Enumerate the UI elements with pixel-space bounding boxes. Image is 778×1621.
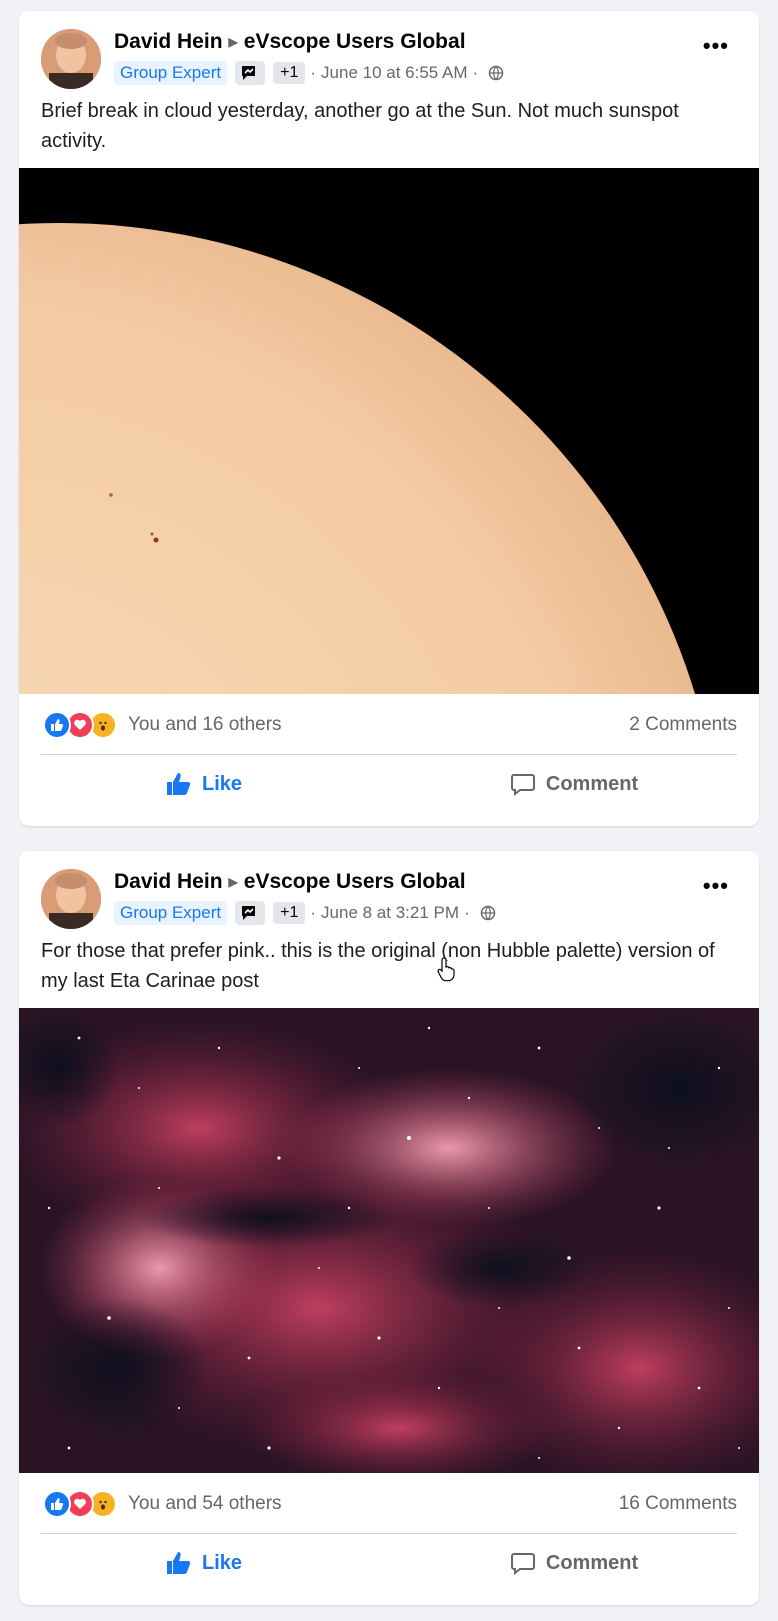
more-badges[interactable]: +1 [273,62,306,84]
like-reaction-icon [43,711,71,739]
thumbs-up-icon [166,773,191,795]
post-header: David Hein ▶ eVscope Users Global Group Ex… [19,11,759,96]
arrow-right-icon: ▶ [228,875,238,889]
post-stats: You and 54 others 16 Comments [19,1473,759,1533]
comment-label: Comment [545,1551,639,1574]
comments-count[interactable]: 2 Comments [629,714,737,736]
post-photo[interactable] [19,168,759,694]
post-actions: Like Comment [19,1534,759,1592]
like-label: Like [201,1551,243,1574]
group-name[interactable]: eVscope Users Global [244,870,466,893]
comment-button[interactable]: Comment [389,772,759,796]
post-card: David Hein ▶ eVscope Users Global Group Ex… [19,11,759,826]
arrow-right-icon: ▶ [228,35,238,49]
timestamp[interactable]: June 8 at 3:21 PM [321,903,459,923]
comments-count[interactable]: 16 Comments [619,1493,737,1515]
author-line: David Hein ▶ eVscope Users Global [114,870,466,894]
avatar[interactable] [41,29,101,89]
author-name[interactable]: David Hein [114,30,223,53]
globe-icon[interactable] [480,905,496,921]
timestamp[interactable]: June 10 at 6:55 AM [321,63,468,83]
more-options-icon[interactable]: ••• [703,873,729,899]
author-line: David Hein ▶ eVscope Users Global [114,30,466,54]
post-meta: Group Expert +1 · June 8 at 3:21 PM · [114,900,496,926]
more-options-icon[interactable]: ••• [703,33,729,59]
author-name[interactable]: David Hein [114,870,223,893]
separator: · [310,63,317,82]
separator: · [310,903,317,922]
globe-icon[interactable] [488,65,504,81]
post-header: David Hein ▶ eVscope Users Global Group Ex… [19,851,759,936]
post-text-content: For those that prefer pink.. this is the… [41,940,715,992]
group-expert-badge[interactable]: Group Expert [114,61,228,85]
more-badges[interactable]: +1 [273,902,306,924]
reactions-text: You and 16 others [128,714,282,735]
separator: · [472,63,479,82]
post-actions: Like Comment [19,755,759,813]
comment-bubble-icon [510,1553,535,1575]
post-text: For those that prefer pink.. this is the… [19,936,759,1008]
group-expert-badge[interactable]: Group Expert [114,901,228,925]
avatar[interactable] [41,869,101,929]
like-label: Like [201,772,243,795]
post-card: David Hein ▶ eVscope Users Global Group Ex… [19,851,759,1605]
post-photo[interactable] [19,1008,759,1473]
reactions-text: You and 54 others [128,1493,282,1514]
post-stats: You and 16 others 2 Comments [19,694,759,754]
post-meta: Group Expert +1 · June 10 at 6:55 AM · [114,60,504,86]
post-text: Brief break in cloud yesterday, another … [41,100,679,152]
group-name[interactable]: eVscope Users Global [244,30,466,53]
comment-bubble-icon [510,774,535,796]
hand-cursor-icon [437,957,455,982]
comment-label: Comment [545,772,639,795]
conversation-starter-icon[interactable] [235,901,266,925]
conversation-starter-icon[interactable] [235,61,266,85]
like-reaction-icon [43,1490,71,1518]
like-button[interactable]: Like [19,772,389,796]
like-button[interactable]: Like [19,1551,389,1575]
comment-button[interactable]: Comment [389,1551,759,1575]
thumbs-up-icon [166,1552,191,1574]
reactions-summary[interactable]: You and 16 others [43,711,282,739]
reactions-summary[interactable]: You and 54 others [43,1490,282,1518]
separator: · [464,903,470,922]
